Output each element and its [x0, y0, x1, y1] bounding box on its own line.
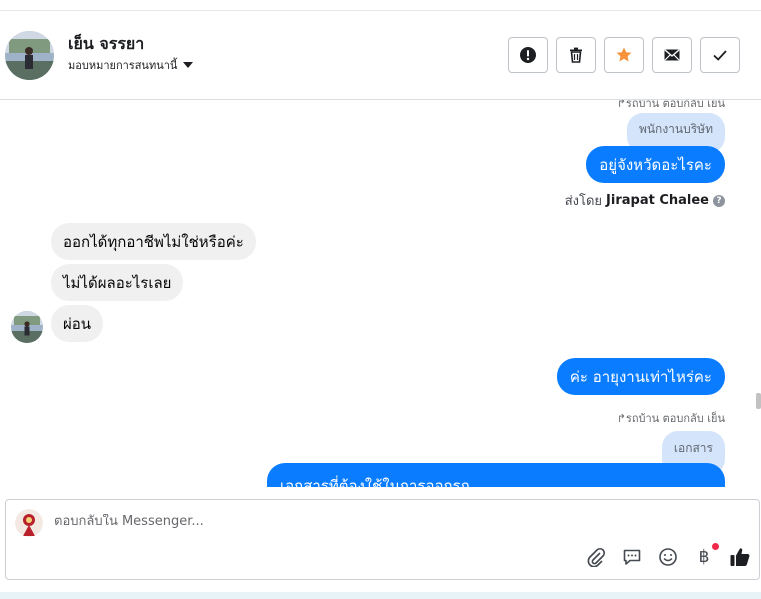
like-button[interactable]	[729, 546, 751, 568]
page-avatar	[15, 509, 43, 537]
bottom-strip	[0, 592, 761, 599]
scrollbar-thumb[interactable]	[756, 393, 761, 409]
notification-dot	[712, 543, 719, 550]
star-icon	[616, 47, 632, 62]
spam-icon	[520, 47, 536, 63]
message-composer: ฿	[5, 499, 760, 580]
composer-tools: ฿	[585, 543, 751, 568]
messenger-inbox: เย็น จรรยา มอบหมายการสนทนานี้ ↱รถบ้าน ตอ…	[0, 0, 761, 599]
sent-by-prefix: ส่งโดย	[564, 194, 603, 209]
header-actions	[508, 37, 740, 73]
trash-icon	[570, 47, 582, 63]
sent-by-label: ส่งโดย Jirapat Chalee ?	[565, 190, 725, 211]
assign-conversation-dropdown[interactable]: มอบหมายการสนทนานี้	[68, 56, 194, 74]
chat-bubble-icon	[623, 549, 641, 565]
outgoing-message[interactable]: อยู่จังหวัดอะไรคะ	[586, 146, 725, 183]
star-button[interactable]	[604, 37, 644, 73]
reply-meta: ↱รถบ้าน ตอบกลับ เย็น	[616, 412, 725, 425]
saved-replies-button[interactable]	[621, 546, 643, 568]
message-thread[interactable]: ↱รถบ้าน ตอบกลับ เย็น พนักงานบริษัท อยู่จ…	[0, 100, 761, 487]
envelope-icon	[664, 49, 680, 61]
assign-label: มอบหมายการสนทนานี้	[68, 59, 178, 72]
paperclip-icon	[587, 547, 606, 567]
contact-name: เย็น จรรยา	[68, 34, 145, 53]
reply-input[interactable]	[54, 514, 554, 529]
conversation-header: เย็น จรรยา มอบหมายการสนทนานี้	[0, 11, 761, 100]
incoming-message[interactable]: ผ่อน	[51, 305, 104, 342]
attach-button[interactable]	[585, 546, 607, 568]
baht-icon: ฿	[698, 547, 710, 567]
incoming-message[interactable]: ไม่ได้ผลอะไรเลย	[51, 264, 184, 301]
contact-avatar[interactable]	[5, 31, 54, 80]
mark-spam-button[interactable]	[508, 37, 548, 73]
mark-unread-button[interactable]	[652, 37, 692, 73]
incoming-message[interactable]: ออกได้ทุกอาชีพไม่ใช่หรือค่ะ	[51, 223, 256, 260]
sent-by-name: Jirapat Chalee	[606, 193, 709, 208]
outgoing-message[interactable]: เอกสารที่ต้องใช้ในการออกรถ	[267, 463, 725, 487]
reply-meta-top: ↱รถบ้าน ตอบกลับ เย็น	[616, 100, 725, 110]
delete-button[interactable]	[556, 37, 596, 73]
check-icon	[713, 50, 727, 61]
caret-down-icon	[183, 62, 194, 68]
contact-avatar-small[interactable]	[11, 311, 43, 343]
emoji-button[interactable]	[657, 546, 679, 568]
thumbs-up-icon	[730, 548, 750, 566]
mark-done-button[interactable]	[700, 37, 740, 73]
help-icon[interactable]: ?	[713, 194, 725, 207]
payment-button[interactable]: ฿	[693, 543, 719, 568]
outgoing-message[interactable]: ค่ะ อายุงานเท่าไหร่คะ	[556, 358, 725, 395]
smiley-icon	[659, 548, 677, 566]
